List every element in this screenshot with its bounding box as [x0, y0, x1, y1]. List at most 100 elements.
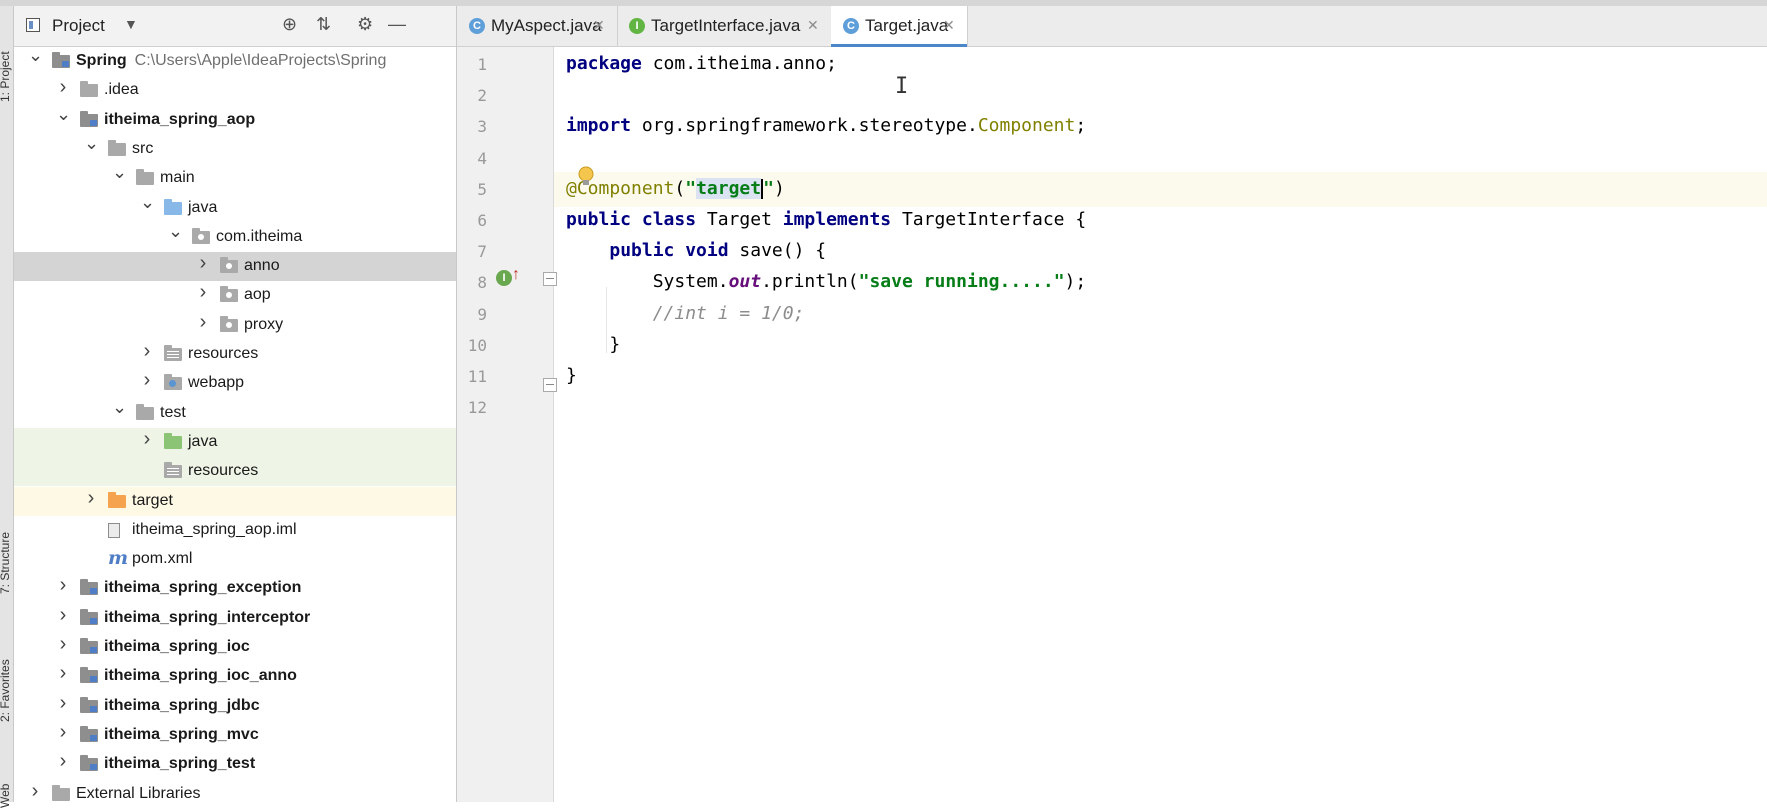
chevron-right-icon[interactable]: ›	[196, 281, 210, 304]
tool-window-favorites[interactable]: 2: Favorites	[0, 659, 12, 722]
chevron-right-icon[interactable]: ›	[140, 369, 154, 392]
tree-row-src[interactable]: ⌄ src	[14, 133, 456, 164]
tree-row-itheima-spring-interceptor[interactable]: › itheima_spring_interceptor	[14, 604, 456, 633]
chevron-right-icon[interactable]: ›	[56, 76, 70, 99]
chevron-right-icon[interactable]: ›	[56, 750, 70, 773]
chevron-down-icon[interactable]: ⌄	[112, 397, 127, 418]
implements-method-icon[interactable]: I	[496, 270, 512, 286]
tree-row-spring[interactable]: ⌄ Spring C:\Users\Apple\IdeaProjects\Sprin…	[14, 45, 456, 76]
tree-row-pom-xml[interactable]: m pom.xml	[14, 545, 456, 574]
code-line[interactable]	[554, 390, 1767, 425]
source-folder-icon	[164, 198, 182, 215]
tree-row-target[interactable]: › target	[14, 486, 456, 516]
code-line[interactable]: }	[554, 359, 1767, 394]
code-text: import org.springframework.stereotype.Co…	[566, 115, 1086, 136]
code-line[interactable]	[554, 78, 1767, 113]
tree-row-test[interactable]: ⌄ test	[14, 397, 456, 428]
code-line[interactable]: import org.springframework.stereotype.Co…	[554, 109, 1767, 144]
code-token: TargetInterface {	[891, 209, 1087, 230]
collapse-all-icon[interactable]: ⇅	[316, 14, 331, 35]
chevron-down-icon[interactable]: ⌄	[112, 162, 127, 183]
code-line[interactable]: }	[554, 328, 1767, 363]
close-icon[interactable]: ✕	[807, 17, 819, 34]
code-line[interactable]	[554, 141, 1767, 176]
chevron-right-icon[interactable]: ›	[140, 428, 154, 451]
tree-row-itheima-spring-aop[interactable]: ⌄ itheima_spring_aop	[14, 104, 456, 135]
chevron-right-icon[interactable]: ›	[196, 311, 210, 334]
chevron-down-icon[interactable]: ⌄	[168, 221, 183, 242]
tree-row-proxy[interactable]: › proxy	[14, 311, 456, 340]
tree-row-itheima-spring-ioc-anno[interactable]: › itheima_spring_ioc_anno	[14, 662, 456, 691]
tree-row-resources[interactable]: › resources	[14, 340, 456, 369]
tree-row-java[interactable]: ⌄ java	[14, 192, 456, 223]
tree-row-com-itheima[interactable]: ⌄ com.itheima	[14, 221, 456, 252]
code-token: public class	[566, 209, 697, 230]
tree-row-itheima-spring-ioc[interactable]: › itheima_spring_ioc	[14, 633, 456, 662]
tree-row-resources[interactable]: resources	[14, 457, 456, 487]
chevron-right-icon[interactable]: ›	[28, 780, 42, 803]
tool-window-structure[interactable]: 7: Structure	[0, 532, 12, 594]
code-token: com.itheima.anno;	[641, 53, 837, 74]
code-line[interactable]: public class Target implements TargetInt…	[554, 203, 1767, 238]
tab-label: Target.java	[865, 16, 949, 35]
chevron-right-icon[interactable]: ›	[56, 721, 70, 744]
code-editor[interactable]: package com.itheima.anno; import org.spri…	[554, 47, 1767, 802]
chevron-right-icon[interactable]: ›	[56, 604, 70, 627]
tree-row-itheima-spring-exception[interactable]: › itheima_spring_exception	[14, 574, 456, 603]
tree-row-anno[interactable]: › anno	[14, 252, 456, 282]
tree-row-webapp[interactable]: › webapp	[14, 369, 456, 398]
locate-icon[interactable]: ⊕	[282, 14, 297, 35]
code-token: out	[728, 271, 762, 293]
tree-row-itheima-spring-aop-iml[interactable]: itheima_spring_aop.iml	[14, 516, 456, 545]
tree-row-main[interactable]: ⌄ main	[14, 162, 456, 193]
gear-icon[interactable]: ⚙	[357, 14, 373, 35]
line-number: 12	[467, 398, 487, 418]
chevron-right-icon[interactable]: ›	[84, 487, 98, 510]
fold-open-icon[interactable]	[543, 272, 557, 286]
tool-window-project[interactable]: 1: Project	[0, 51, 12, 102]
project-panel-title[interactable]: Project	[52, 16, 105, 36]
close-icon[interactable]: ✕	[943, 17, 955, 34]
code-text: public class Target implements TargetInt…	[566, 209, 1086, 230]
chevron-right-icon[interactable]: ›	[56, 574, 70, 597]
code-line[interactable]: package com.itheima.anno;	[554, 47, 1767, 82]
chevron-down-icon[interactable]: ⌄	[28, 45, 43, 66]
chevron-right-icon[interactable]: ›	[56, 633, 70, 656]
chevron-right-icon[interactable]: ›	[140, 340, 154, 363]
chevron-down-icon[interactable]: ⌄	[84, 133, 99, 154]
tab-target-java[interactable]: C Target.java ✕	[831, 6, 968, 47]
tree-row-aop[interactable]: › aop	[14, 281, 456, 310]
tree-row-external-libraries[interactable]: › External Libraries	[14, 780, 456, 803]
chevron-down-icon[interactable]: ⌄	[56, 104, 71, 125]
chevron-right-icon[interactable]: ›	[196, 252, 210, 275]
chevron-down-icon[interactable]: ⌄	[140, 192, 155, 213]
tree-row-itheima-spring-jdbc[interactable]: › itheima_spring_jdbc	[14, 692, 456, 721]
chevron-right-icon[interactable]: ›	[56, 662, 70, 685]
tree-row--idea[interactable]: › .idea	[14, 76, 456, 105]
code-line[interactable]: //int i = 1/0;	[554, 297, 1767, 332]
fold-close-icon[interactable]	[543, 378, 557, 392]
chevron-right-icon[interactable]: ›	[56, 692, 70, 715]
package-icon	[220, 257, 238, 274]
tool-window-web[interactable]: Web	[0, 784, 12, 808]
code-line[interactable]: @Component("target ")	[554, 171, 1767, 207]
tree-row-itheima-spring-test[interactable]: › itheima_spring_test	[14, 750, 456, 779]
override-arrow-icon[interactable]: ↑	[512, 266, 520, 284]
tab-myaspect-java[interactable]: C MyAspect.java ✕	[457, 6, 618, 46]
tree-row-java[interactable]: › java	[14, 427, 456, 457]
hide-panel-icon[interactable]: —	[388, 14, 406, 35]
code-line[interactable]: public void save() {	[554, 234, 1767, 269]
code-line[interactable]: System.out.println("save running.....");	[554, 265, 1767, 300]
chevron-down-icon[interactable]: ▼	[124, 16, 138, 32]
module-folder-icon	[52, 52, 70, 68]
close-icon[interactable]: ✕	[593, 17, 605, 34]
code-token: );	[1064, 271, 1087, 293]
project-panel-header: Project ▼ ⊕ ⇅ ⚙ —	[14, 6, 456, 47]
resources-folder-icon	[164, 462, 182, 479]
lightbulb-icon[interactable]	[576, 165, 596, 189]
library-icon	[52, 784, 70, 801]
interface-icon: I	[629, 18, 645, 34]
tab-targetinterface-java[interactable]: I TargetInterface.java ✕	[617, 6, 832, 46]
tree-row-itheima-spring-mvc[interactable]: › itheima_spring_mvc	[14, 721, 456, 750]
